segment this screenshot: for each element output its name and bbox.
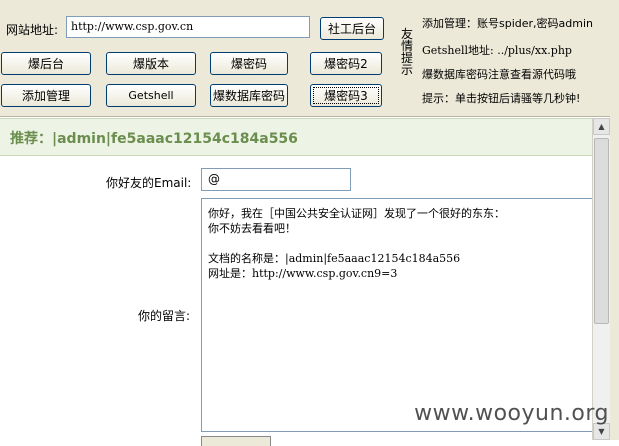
url-input[interactable]: http://www.csp.gov.cn	[66, 16, 310, 38]
add-admin-button[interactable]: 添加管理	[1, 84, 91, 107]
scroll-thumb[interactable]	[594, 138, 609, 324]
tip-getshell-path: Getshell地址: ../plus/xx.php	[422, 44, 572, 57]
find-password3-button[interactable]: 爆密码3	[310, 84, 382, 107]
getshell-button[interactable]: Getshell	[106, 84, 196, 107]
page-scrollbar[interactable]: ▲ ▼	[592, 118, 610, 440]
email-input[interactable]: @	[201, 168, 351, 191]
find-password-button[interactable]: 爆密码	[210, 52, 288, 75]
message-label: 你的留言:	[138, 309, 191, 323]
watermark: www.wooyun.org	[414, 401, 609, 426]
message-line: 文档的名称是：|admin|fe5aaac12154c184a556	[208, 252, 461, 265]
email-label: 你好友的Email:	[106, 176, 192, 190]
tip-add-admin: 添加管理：账号spider,密码admin	[422, 17, 594, 30]
find-backend-button[interactable]: 爆后台	[1, 52, 91, 75]
app-window: 网站地址: http://www.csp.gov.cn 社工后台 爆后台 爆版本…	[0, 0, 619, 446]
window-right-edge	[610, 0, 619, 440]
submit-button-partial[interactable]	[201, 436, 271, 446]
message-line: 网址是：http://www.csp.gov.cn9=3	[208, 267, 398, 280]
message-line: 你不妨去看看吧！	[208, 222, 296, 235]
find-db-password-button[interactable]: 爆数据库密码	[210, 84, 288, 107]
find-password2-button[interactable]: 爆密码2	[310, 52, 382, 75]
social-backend-button[interactable]: 社工后台	[320, 17, 384, 40]
tool-panel: 网站地址: http://www.csp.gov.cn 社工后台 爆后台 爆版本…	[0, 0, 619, 117]
message-line: 你好，我在［中国公共安全认证网］发现了一个很好的东东：	[208, 207, 505, 220]
recommend-text: 推荐：|admin|fe5aaac12154c184a556	[10, 131, 298, 147]
recommend-bar: 推荐：|admin|fe5aaac12154c184a556	[0, 118, 600, 156]
message-textarea[interactable]: 你好，我在［中国公共安全认证网］发现了一个很好的东东： 你不妨去看看吧！ 文档的…	[201, 198, 595, 432]
tip-wait: 提示：单击按钮后请骚等几秒钟!	[422, 92, 581, 105]
tip-db-password: 爆数据库密码注意查看源代码哦	[422, 68, 576, 81]
find-version-button[interactable]: 爆版本	[106, 52, 196, 75]
scroll-up-arrow-icon[interactable]: ▲	[593, 118, 610, 135]
friendly-tips-vertical-label: 友 情 提 示	[400, 27, 413, 77]
url-label: 网站地址:	[6, 23, 59, 37]
